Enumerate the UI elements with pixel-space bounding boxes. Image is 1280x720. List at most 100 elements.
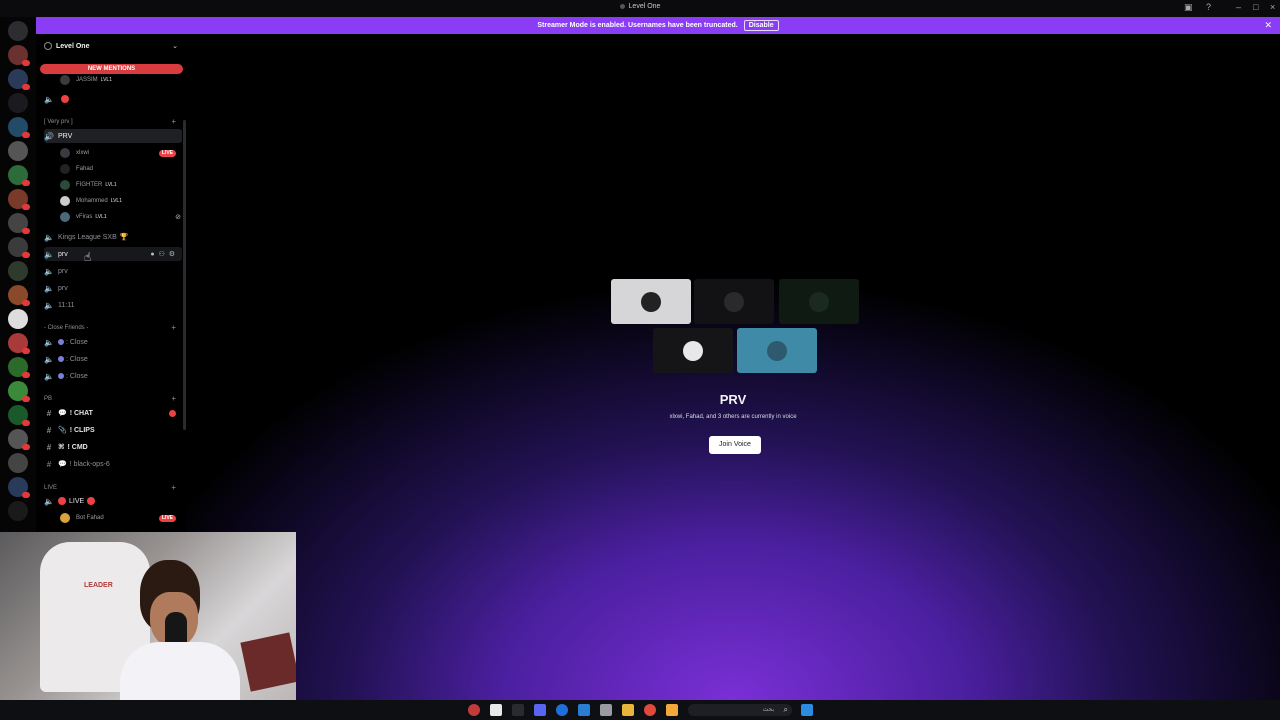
text-channel-item[interactable]: # 💬 ! CHAT [44, 406, 182, 420]
voice-user[interactable]: xlxwi LIVE [60, 146, 182, 160]
server-icon[interactable] [8, 429, 30, 450]
store-icon[interactable] [600, 704, 612, 716]
channel-item[interactable]: 🔈 11:11 [44, 298, 182, 312]
server-icon[interactable] [8, 69, 30, 90]
avatar [60, 196, 70, 206]
hash-icon: # [46, 442, 52, 452]
voice-user[interactable]: Fahad [60, 162, 93, 176]
window-titlebar: Level One ▣ ? – □ × [0, 0, 1280, 17]
participant-tile[interactable] [779, 279, 859, 324]
channel-item[interactable]: 🔈 [44, 92, 182, 106]
inbox-icon[interactable]: ▣ [1184, 2, 1193, 13]
streamer-mode-banner: Streamer Mode is enabled. Usernames have… [36, 17, 1280, 34]
server-icon[interactable] [8, 333, 30, 354]
server-icon[interactable] [8, 237, 30, 258]
server-icon[interactable] [8, 45, 30, 66]
channel-item[interactable]: 🔈 Kings League SXB 🏆 [44, 230, 182, 244]
speaker-icon: 🔈 [44, 94, 54, 104]
text-channel-item[interactable]: # 📎 ! CLIPS [44, 423, 182, 437]
webcam-overlay: LEADER [0, 532, 296, 700]
voice-user[interactable]: Mohammed LVL1 [60, 194, 122, 208]
taskbar-search-input[interactable]: بحث ⌕ [688, 704, 792, 716]
channel-item-hover[interactable]: 🔈 prv ● ⚇ ⚙ [44, 247, 182, 261]
app-icon[interactable] [666, 704, 678, 716]
server-icon[interactable] [8, 93, 28, 113]
discord-home-icon[interactable] [8, 21, 28, 41]
disable-streamer-mode-button[interactable]: Disable [743, 20, 779, 31]
server-name: Level One [56, 42, 90, 50]
voice-user[interactable]: Bot Fahad LIVE [60, 511, 182, 525]
join-voice-button[interactable]: Join Voice [709, 436, 761, 454]
speaker-icon: 🔊 [44, 131, 54, 141]
red-circle-icon [87, 497, 96, 505]
outlook-icon[interactable] [578, 704, 590, 716]
avatar [60, 180, 70, 190]
chrome-icon[interactable] [644, 704, 656, 716]
server-header[interactable]: Level One ⌄ [36, 34, 186, 58]
add-channel-icon[interactable]: + [171, 483, 176, 492]
text-channel-item[interactable]: # 💬 ! black-ops-6 [44, 457, 182, 471]
avatar [683, 340, 703, 361]
participant-tile[interactable] [737, 328, 817, 373]
voice-channel-title: PRV [719, 392, 747, 407]
channel-item[interactable]: 🔈 : Close [44, 352, 182, 366]
close-banner-icon[interactable]: ✕ [1264, 20, 1272, 31]
server-icon[interactable] [8, 141, 28, 161]
channel-item[interactable]: 🔈 prv [44, 281, 182, 295]
participant-tile[interactable] [653, 328, 733, 373]
close-window-button[interactable]: × [1270, 2, 1275, 12]
speaker-icon: 🔈 [44, 337, 54, 347]
channel-item-prv-active[interactable]: 🔊 PRV [44, 129, 182, 143]
app-icon[interactable] [468, 704, 480, 716]
minimize-button[interactable]: – [1236, 2, 1241, 12]
hash-icon: # [46, 459, 52, 469]
speaker-icon: 🔈 [44, 496, 54, 506]
add-channel-icon[interactable]: + [171, 117, 176, 126]
xbox-icon[interactable] [512, 704, 524, 716]
server-icon[interactable] [8, 501, 28, 521]
server-icon[interactable] [8, 309, 28, 329]
server-icon[interactable] [8, 477, 30, 498]
server-icon[interactable] [8, 165, 30, 186]
trophy-icon: 🏆 [119, 234, 129, 241]
avatar [60, 164, 70, 174]
app-icon[interactable] [490, 704, 502, 716]
server-icon[interactable] [8, 405, 30, 426]
discord-icon[interactable] [534, 704, 546, 716]
channel-actions[interactable]: ● ⚇ ⚙ [150, 250, 176, 258]
server-icon[interactable] [8, 285, 30, 306]
windows-start-icon[interactable] [801, 704, 813, 716]
text-channel-item[interactable]: # ⌘ ! CMD [44, 440, 182, 454]
channel-item[interactable]: 🔈 : Close [44, 369, 182, 383]
voice-channel-preview: PRV xlxwi, Fahad, and 3 others are curre… [186, 34, 1280, 700]
server-icon[interactable] [8, 381, 30, 402]
chevron-down-icon: ⌄ [172, 43, 178, 50]
channel-item-live[interactable]: 🔈 LIVE [44, 494, 182, 508]
participant-tile[interactable] [694, 279, 774, 324]
channel-item[interactable]: 🔈 : Close [44, 335, 182, 349]
server-icon[interactable] [8, 213, 30, 234]
live-badge: LIVE [158, 514, 176, 522]
server-icon[interactable] [8, 189, 30, 210]
add-channel-icon[interactable]: + [171, 323, 176, 332]
server-icon[interactable] [8, 117, 30, 138]
speaker-icon: 🔈 [44, 300, 54, 310]
edge-icon[interactable] [556, 704, 568, 716]
folder-icon[interactable] [622, 704, 634, 716]
participant-tile[interactable] [611, 279, 691, 324]
channel-item[interactable]: 🔈 prv [44, 264, 182, 278]
server-icon[interactable] [8, 357, 30, 378]
add-channel-icon[interactable]: + [171, 394, 176, 403]
server-icon[interactable] [8, 261, 28, 281]
voice-user[interactable]: vFiras LVL1 ⊘ [60, 210, 182, 224]
server-icon[interactable] [8, 453, 28, 473]
voice-user[interactable]: FIGHTER LVL1 [60, 178, 117, 192]
maximize-button[interactable]: □ [1253, 2, 1258, 12]
category-row: + [44, 320, 182, 334]
speaker-icon: 🔈 [44, 232, 54, 242]
voice-user[interactable]: JASSIM LVL1 [60, 73, 112, 87]
speaker-icon: 🔈 [44, 249, 54, 259]
voice-channel-subtitle: xlxwi, Fahad, and 3 others are currently… [669, 414, 797, 420]
avatar [60, 75, 70, 85]
help-icon[interactable]: ? [1206, 2, 1211, 12]
